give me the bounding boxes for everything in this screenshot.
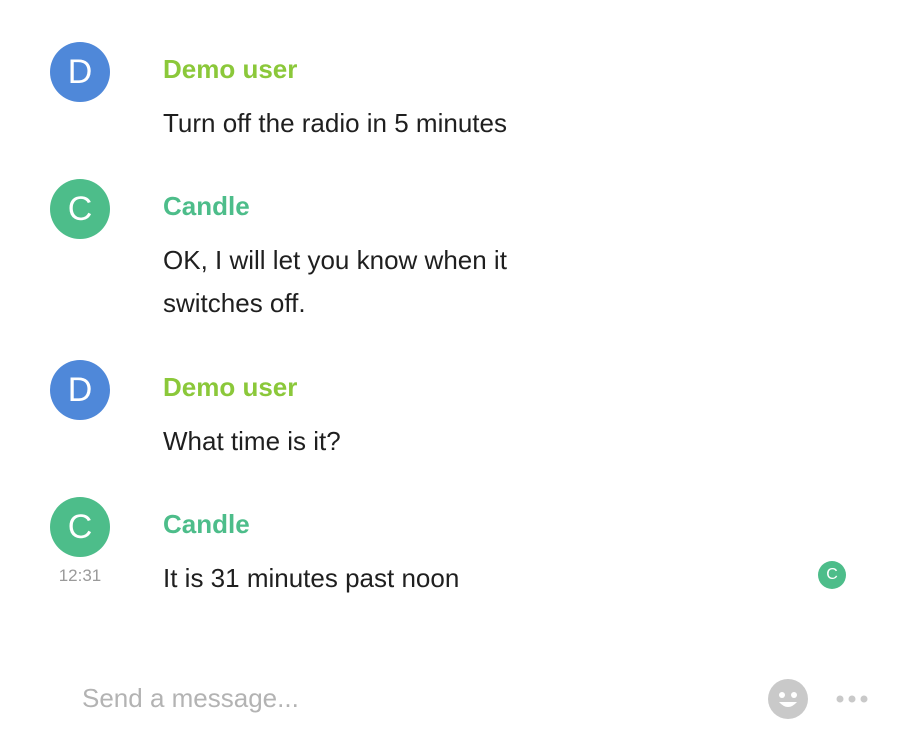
emoji-button[interactable] (768, 679, 808, 719)
avatar[interactable]: C (50, 179, 110, 239)
message-text: OK, I will let you know when it switches… (163, 245, 507, 318)
message-text: What time is it? (163, 426, 341, 456)
message-timestamp: 12:31 (58, 566, 102, 585)
avatar[interactable]: C (50, 497, 110, 557)
sender-name[interactable]: Candle (163, 507, 250, 541)
more-horizontal-icon (836, 695, 868, 703)
message-text: It is 31 minutes past noon (163, 563, 460, 593)
message-text: Turn off the radio in 5 minutes (163, 108, 507, 138)
more-options-button[interactable] (834, 686, 870, 712)
message-item: D Demo user What time is it? (0, 360, 918, 470)
sender-name[interactable]: Candle (163, 189, 250, 223)
message-item: C Candle OK, I will let you know when it… (0, 179, 918, 329)
message-input[interactable] (82, 676, 722, 720)
avatar[interactable]: D (50, 42, 110, 102)
message-item: D Demo user Turn off the radio in 5 minu… (0, 42, 918, 152)
sender-name[interactable]: Demo user (163, 52, 297, 86)
smiley-face-icon (768, 679, 808, 719)
sender-name[interactable]: Demo user (163, 370, 297, 404)
avatar[interactable]: D (50, 360, 110, 420)
message-composer (0, 668, 918, 728)
message-item: C Candle 12:31 It is 31 minutes past noo… (0, 497, 918, 607)
read-receipt-avatar: C (818, 561, 846, 589)
